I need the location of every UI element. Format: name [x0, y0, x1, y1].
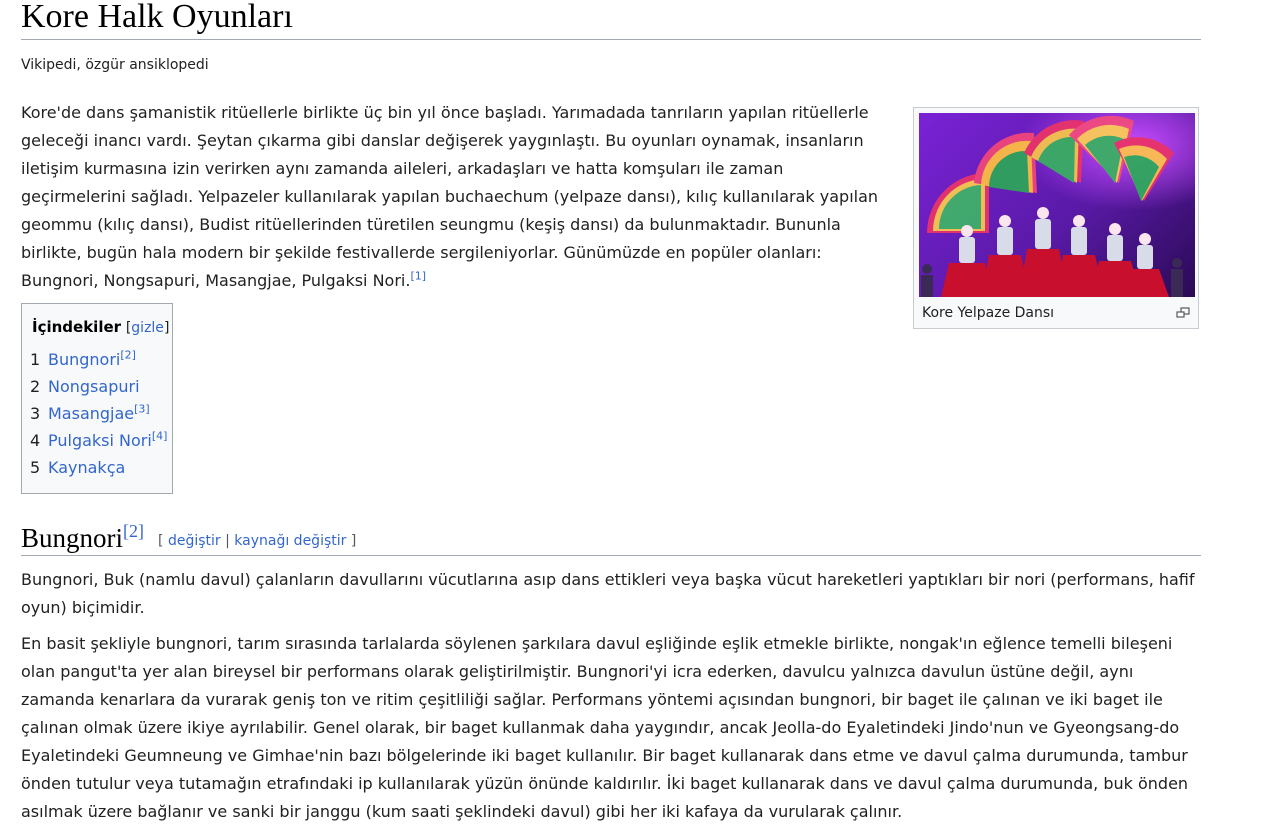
toc-link-pulgaksi-nori[interactable]: Pulgaksi Nori	[48, 431, 152, 450]
section-paragraph: En basit şekliyle bungnori, tarım sırası…	[21, 634, 1189, 821]
toc-item[interactable]: 1 Bungnori[2]	[30, 350, 136, 370]
edit-source-link[interactable]: kaynağı değiştir	[234, 533, 346, 549]
site-tagline: Vikipedi, özgür ansiklopedi	[21, 57, 209, 73]
title-divider	[21, 39, 1201, 40]
fan-dance-image[interactable]	[919, 113, 1195, 297]
toc-header: İçindekiler [gizle]	[32, 318, 170, 336]
section-reference-link[interactable]: [2]	[123, 521, 144, 541]
lead-reference-link[interactable]: [1]	[410, 270, 426, 283]
toc-toggle-link[interactable]: gizle	[131, 320, 164, 336]
thumbnail-box: Kore Yelpaze Dansı	[913, 107, 1199, 329]
toc-title: İçindekiler	[32, 318, 122, 336]
lead-text: Kore'de dans şamanistik ritüellerle birl…	[21, 103, 879, 290]
toc-link-bungnori[interactable]: Bungnori	[48, 350, 120, 369]
toc-item[interactable]: 3 Masangjae[3]	[30, 404, 150, 424]
toc-item[interactable]: 4 Pulgaksi Nori[4]	[30, 431, 167, 451]
toc-link-kaynakca[interactable]: Kaynakça	[48, 458, 125, 477]
edit-section-links: [ değiştir | kaynağı değiştir ]	[158, 532, 357, 549]
toc-item-ref: [3]	[134, 402, 150, 416]
table-of-contents: İçindekiler [gizle] 1 Bungnori[2] 2 Nongsa…	[21, 303, 173, 494]
toc-link-nongsapuri[interactable]: Nongsapuri	[48, 377, 140, 396]
magnify-icon[interactable]	[1176, 304, 1190, 318]
section-paragraph: Bungnori, Buk (namlu davul) çalanların d…	[21, 570, 1195, 617]
page-title: Kore Halk Oyunları	[21, 0, 293, 35]
thumbnail-caption: Kore Yelpaze Dansı	[922, 305, 1055, 321]
toc-item[interactable]: 5 Kaynakça	[30, 458, 125, 478]
toc-link-masangjae[interactable]: Masangjae	[48, 404, 134, 423]
edit-section-link[interactable]: değiştir	[168, 533, 221, 549]
toc-item-ref: [4]	[151, 429, 168, 443]
section-divider	[21, 555, 1201, 556]
toc-item[interactable]: 2 Nongsapuri	[30, 377, 140, 397]
fan-dance-illustration	[921, 115, 1183, 297]
toc-item-ref: [2]	[120, 348, 136, 362]
lead-paragraph: Kore'de dans şamanistik ritüellerle birl…	[21, 99, 881, 295]
